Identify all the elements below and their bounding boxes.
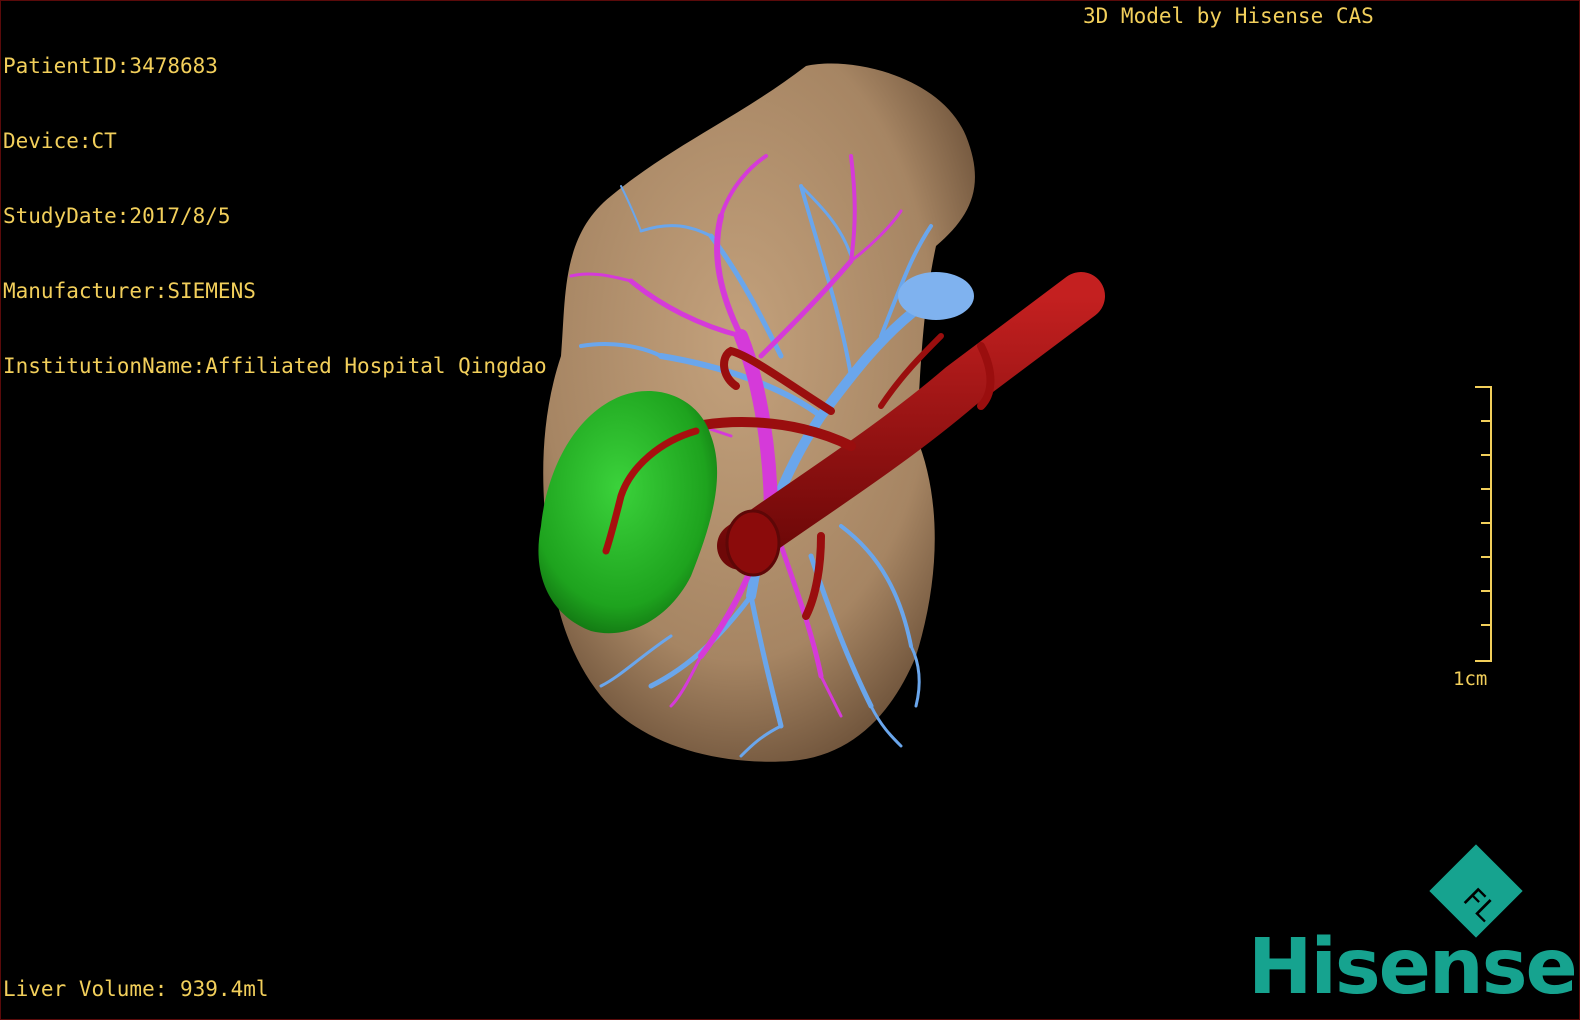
3d-viewport[interactable]: PatientID:3478683 Device:CT StudyDate:20… [0, 0, 1580, 1020]
hisense-logo: Hisense [1248, 923, 1578, 1012]
scale-ruler: 1cm [1453, 386, 1513, 706]
model-credit-text: 3D Model by Hisense CAS [1083, 4, 1374, 28]
liver-3d-model[interactable] [521, 56, 1141, 776]
scale-ruler-label: 1cm [1453, 668, 1488, 690]
liver-volume-text: Liver Volume: 939.4ml [3, 977, 269, 1001]
scale-ruler-ticks [1475, 386, 1492, 662]
